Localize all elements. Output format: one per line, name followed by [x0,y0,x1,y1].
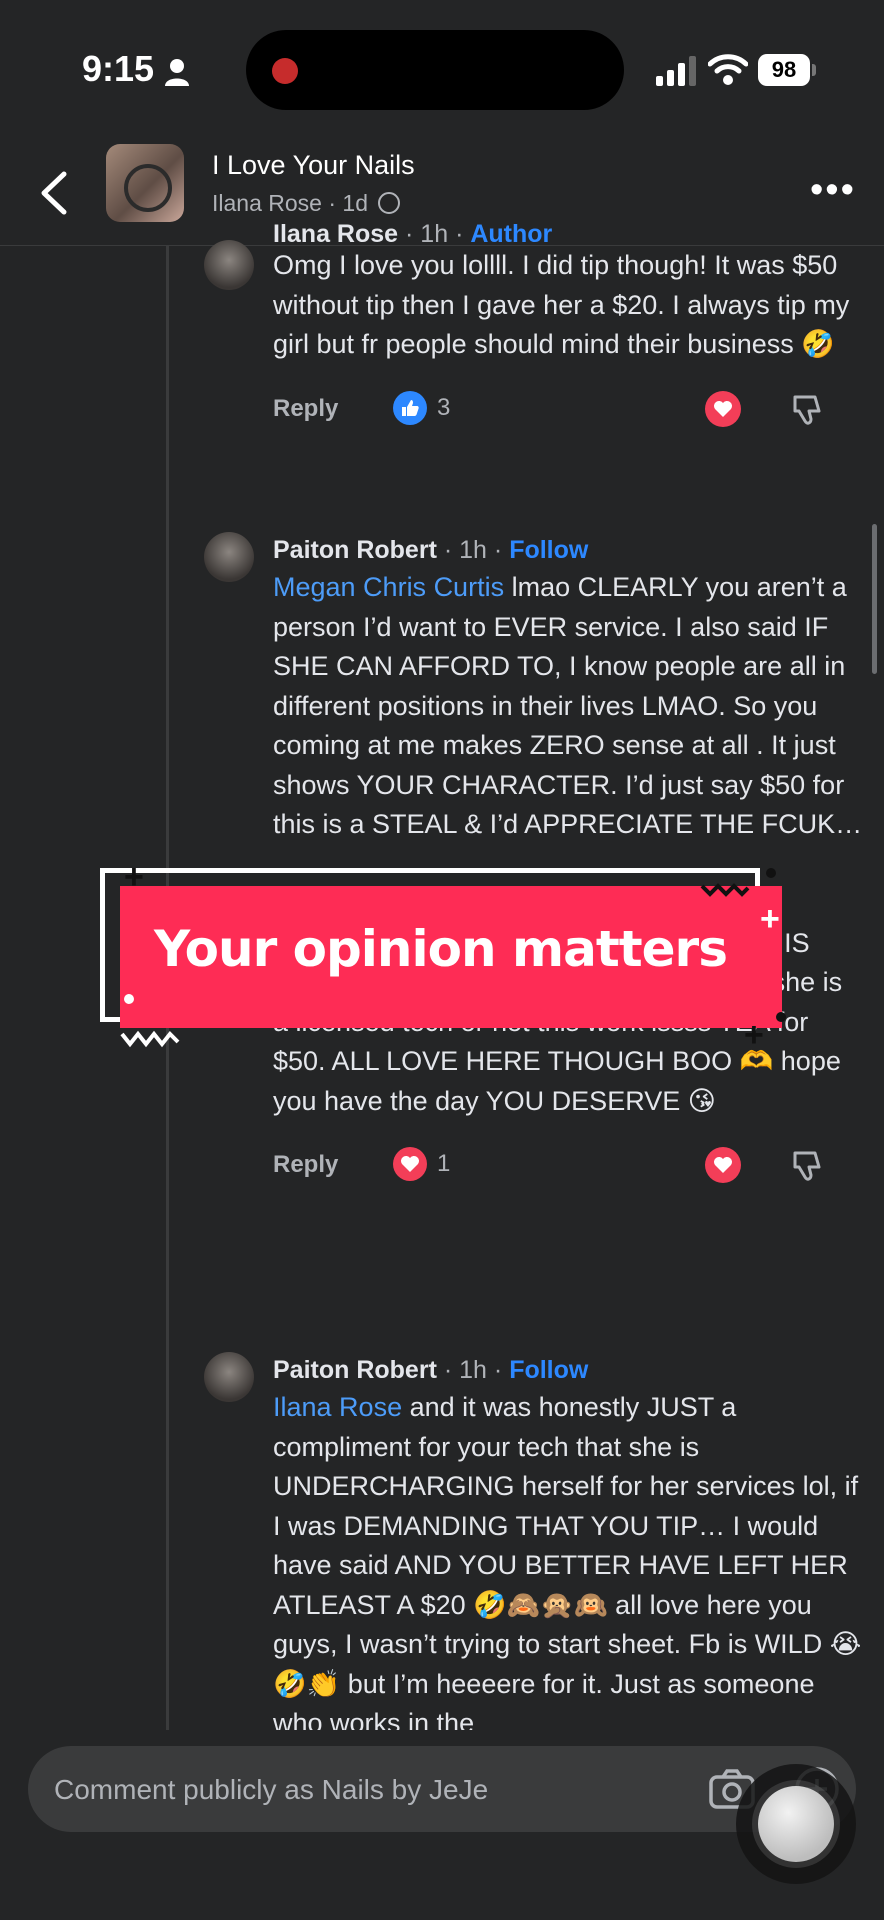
cellular-signal-icon [656,56,696,86]
status-bar: 9:15 98 [0,0,884,140]
post-age: 1d [342,190,369,216]
comment-author[interactable]: Ilana Rose [273,220,398,248]
post-subtitle: Ilana Rose · 1d [212,190,401,217]
mention-link[interactable]: Megan Chris Curtis [273,572,504,602]
zigzag-icon [700,883,750,897]
wifi-icon [708,54,748,85]
author-badge: Author [470,220,553,248]
plus-mark-icon: + [124,858,144,896]
dot-mark [766,868,776,878]
reaction-summary[interactable]: 1 [393,1147,450,1181]
thumbs-down-icon[interactable] [789,1149,825,1185]
comment-actions: Reply 3 [273,390,863,435]
reply-button[interactable]: Reply [273,1151,338,1179]
comment-age: 1h [420,220,449,248]
follow-button[interactable]: Follow [509,536,588,564]
reaction-count: 1 [437,1150,451,1177]
scrollbar[interactable] [872,524,877,674]
comment-text: Ilana Rose and it was honestly JUST a co… [273,1388,863,1730]
comment-text-body: lmao CLEARLY you aren’t a person I’d wan… [273,572,863,839]
comment-author[interactable]: Paiton Robert [273,536,437,564]
thumbs-up-icon [393,390,427,425]
person-icon [165,59,189,86]
comment: Paiton Robert · 1h · Follow Ilana Rose a… [204,1352,864,1730]
reply-button[interactable]: Reply [273,395,338,423]
comment-age: 1h [459,1356,487,1384]
comment-text-body: and it was honestly JUST a compliment fo… [273,1392,862,1730]
comment-meta: Paiton Robert · 1h · Follow [273,1356,589,1384]
plus-mark-icon: + [744,1016,764,1054]
zigzag-icon [120,1030,180,1048]
dot-mark [776,1012,786,1022]
opinion-banner: Your opinion matters + + + [96,860,786,1054]
mention-link[interactable]: Ilana Rose [273,1392,402,1422]
group-title[interactable]: I Love Your Nails [212,150,415,181]
comment-text: Megan Chris Curtis lmao CLEARLY you aren… [273,568,863,845]
more-dots-icon[interactable]: ••• [810,171,856,209]
heart-icon[interactable] [705,390,741,427]
comment-meta: Paiton Robert · 1h · Follow [273,536,589,564]
comment: Ilana Rose · 1h · Author Omg I love you … [204,220,864,500]
comment-input[interactable] [54,1770,674,1810]
avatar[interactable] [204,240,254,290]
dynamic-island [246,30,624,110]
banner-text: Your opinion matters [154,920,728,978]
status-time: 9:15 [82,48,155,89]
chevron-left-icon[interactable] [34,168,74,218]
comment-meta: Ilana Rose · 1h · Author [273,220,553,248]
avatar[interactable] [204,1352,254,1402]
follow-button[interactable]: Follow [509,1356,588,1384]
comment-age: 1h [459,536,487,564]
group-thumbnail[interactable] [106,144,184,222]
battery-nub [812,64,816,76]
dot-mark [124,994,134,1004]
avatar[interactable] [204,532,254,582]
battery-icon: 98 [758,54,810,86]
reaction-count: 3 [437,393,451,421]
comment-actions: Reply 1 [273,1147,863,1191]
post-author[interactable]: Ilana Rose [212,190,322,216]
plus-mark-icon: + [760,900,780,938]
recording-indicator-icon [272,58,298,84]
globe-icon [378,192,401,214]
comment-composer [28,1746,856,1832]
comment-text: Omg I love you lollll. I did tip though!… [273,250,850,359]
assistive-touch-button[interactable] [736,1764,856,1884]
heart-icon [393,1147,427,1181]
heart-icon[interactable] [705,1147,741,1183]
reaction-summary[interactable]: 3 [393,390,451,425]
thumbs-down-icon[interactable] [789,393,825,429]
comment-author[interactable]: Paiton Robert [273,1356,437,1384]
